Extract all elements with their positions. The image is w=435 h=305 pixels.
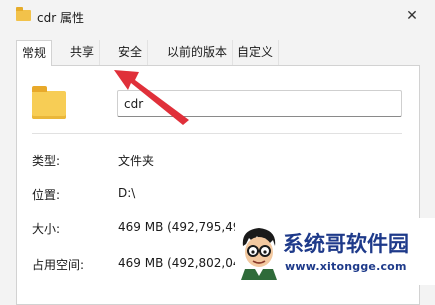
cartoon-avatar-icon: [241, 228, 277, 280]
watermark-title: 系统哥软件园: [283, 232, 409, 256]
watermark: 系统哥软件园 www.xitongge.com: [235, 218, 435, 285]
watermark-url: www.xitongge.com: [285, 260, 407, 273]
